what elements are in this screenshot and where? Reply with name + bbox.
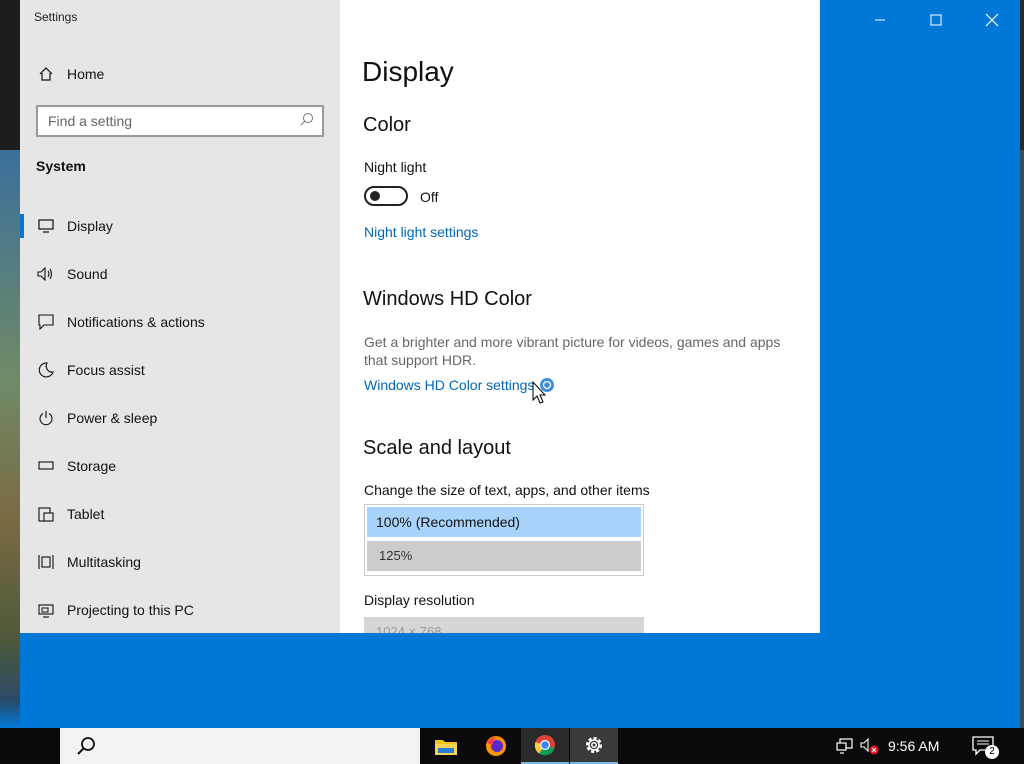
sidebar-home-label: Home	[67, 66, 105, 82]
projector-icon	[36, 600, 56, 620]
sidebar-item-display[interactable]: Display	[20, 206, 340, 246]
scale-layout-heading: Scale and layout	[363, 437, 511, 459]
close-button[interactable]	[978, 8, 1006, 32]
sidebar-item-label: Focus assist	[67, 362, 145, 378]
folder-icon	[435, 740, 457, 755]
moon-icon	[36, 360, 56, 380]
search-box[interactable]	[36, 105, 324, 137]
sidebar-item-tablet[interactable]: Tablet	[20, 494, 340, 534]
sidebar-item-label: Notifications & actions	[67, 314, 205, 330]
file-explorer-button[interactable]	[422, 728, 470, 764]
taskbar-clock[interactable]: 9:56 AM	[888, 738, 939, 754]
night-light-label: Night light	[364, 159, 427, 175]
change-size-label: Change the size of text, apps, and other…	[364, 482, 650, 498]
sidebar-item-projecting[interactable]: Projecting to this PC	[20, 590, 340, 630]
resolution-dropdown[interactable]: 1024 × 768	[364, 617, 644, 633]
minimize-icon	[875, 19, 885, 21]
sidebar-item-power-sleep[interactable]: Power & sleep	[20, 398, 340, 438]
taskbar: 9:56 AM 2	[0, 728, 1024, 764]
sidebar-item-sound[interactable]: Sound	[20, 254, 340, 294]
hd-color-description: Get a brighter and more vibrant picture …	[364, 334, 781, 368]
message-icon	[36, 312, 56, 332]
window-title: Settings	[34, 10, 78, 24]
sidebar-item-label: Storage	[67, 458, 117, 474]
desktop-wallpaper-left	[0, 0, 20, 728]
section-label: System	[36, 158, 86, 174]
sidebar-item-label: Multitasking	[67, 554, 141, 570]
notification-count-badge: 2	[985, 745, 999, 759]
scale-option-100[interactable]: 100% (Recommended)	[367, 507, 641, 537]
sidebar-item-label: Projecting to this PC	[67, 602, 194, 618]
tablet-icon	[36, 504, 56, 524]
settings-window: Settings Home System Display Sound	[20, 0, 820, 633]
sidebar-item-storage[interactable]: Storage	[20, 446, 340, 486]
color-heading: Color	[363, 114, 411, 136]
power-icon	[36, 408, 56, 428]
speaker-icon	[36, 264, 56, 284]
hd-color-heading: Windows HD Color	[363, 288, 532, 310]
volume-muted-icon[interactable]	[860, 738, 880, 756]
desktop-wallpaper-right	[1020, 0, 1024, 728]
sidebar-item-label: Tablet	[67, 506, 105, 522]
display-resolution-label: Display resolution	[364, 592, 475, 608]
chrome-icon	[534, 735, 555, 756]
sidebar-item-label: Display	[67, 218, 113, 234]
sidebar-item-notifications[interactable]: Notifications & actions	[20, 302, 340, 342]
minimize-button[interactable]	[866, 8, 894, 32]
action-center-button[interactable]: 2	[972, 736, 999, 759]
scale-option-125[interactable]: 125%	[367, 541, 641, 571]
sidebar-item-label: Sound	[67, 266, 108, 282]
firefox-button[interactable]	[472, 728, 520, 764]
sidebar: Settings Home System Display Sound	[20, 0, 340, 633]
sidebar-item-focus-assist[interactable]: Focus assist	[20, 350, 340, 390]
firefox-icon	[486, 736, 506, 756]
sidebar-home[interactable]: Home	[20, 54, 340, 94]
close-icon	[985, 13, 999, 27]
scale-dropdown[interactable]: 100% (Recommended) 125%	[364, 504, 644, 576]
night-light-settings-link[interactable]: Night light settings	[364, 224, 478, 240]
multitask-icon	[36, 552, 56, 572]
maximize-button[interactable]	[922, 8, 950, 32]
home-icon	[36, 64, 56, 84]
taskbar-search-icon	[77, 737, 95, 755]
search-icon[interactable]	[300, 112, 314, 131]
busy-cursor-icon	[532, 378, 554, 404]
sidebar-item-multitasking[interactable]: Multitasking	[20, 542, 340, 582]
search-input[interactable]	[38, 112, 290, 130]
start-button[interactable]	[0, 728, 60, 764]
hd-color-settings-link[interactable]: Windows HD Color settings	[364, 377, 534, 393]
page-title: Display	[362, 56, 454, 87]
network-icon[interactable]	[836, 738, 854, 754]
drive-icon	[36, 456, 56, 476]
resolution-value: 1024 × 768	[376, 624, 442, 633]
night-light-state: Off	[420, 189, 439, 205]
settings-taskbar-button[interactable]	[570, 728, 618, 764]
night-light-toggle[interactable]	[364, 186, 408, 206]
monitor-icon	[36, 216, 56, 236]
sidebar-item-label: Power & sleep	[67, 410, 158, 426]
chrome-button[interactable]	[521, 728, 569, 764]
gear-icon	[586, 737, 602, 753]
main-content: Display Color Night light Off Night ligh…	[340, 0, 820, 633]
toggle-knob	[370, 191, 380, 201]
taskbar-search[interactable]	[60, 728, 420, 764]
maximize-icon	[930, 14, 942, 26]
